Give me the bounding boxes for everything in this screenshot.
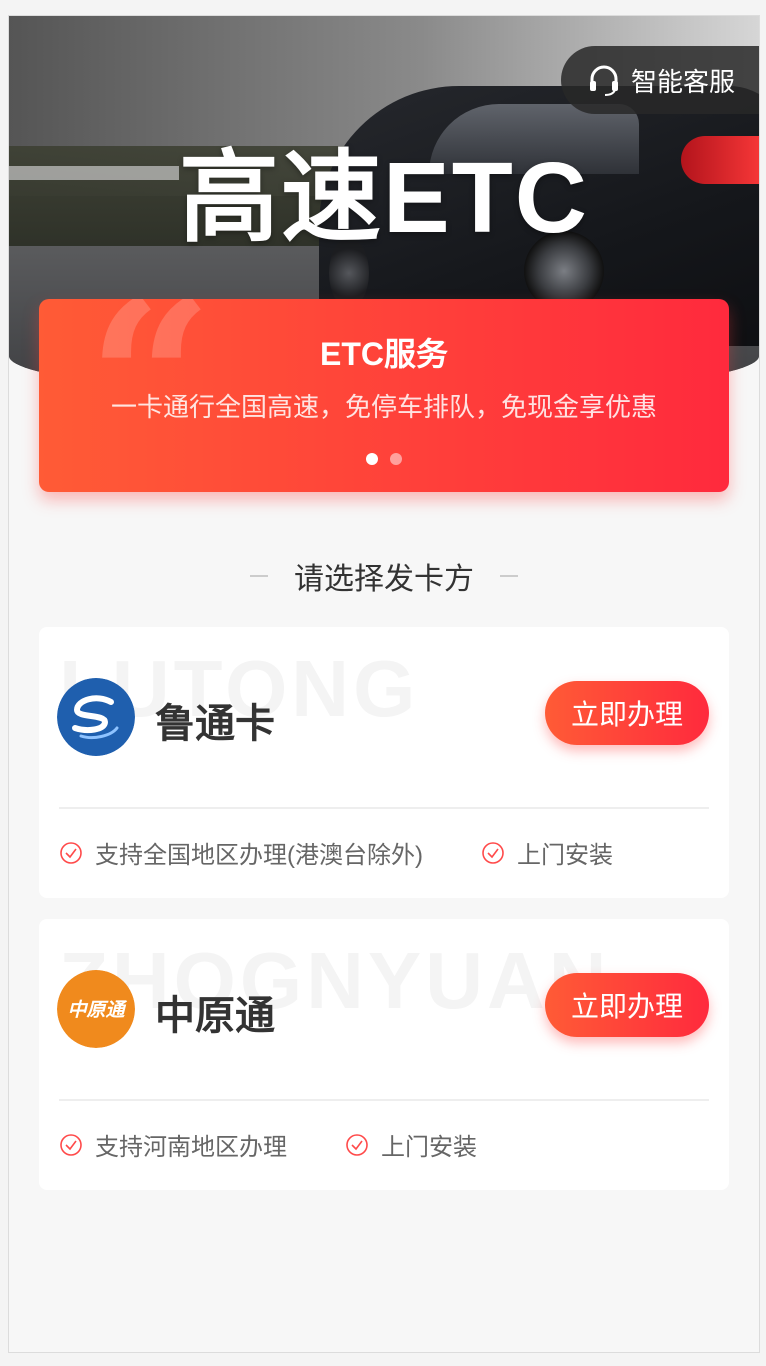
card-divider — [59, 807, 709, 809]
issuer-name: 鲁通卡 — [155, 702, 275, 746]
carousel-dot-2[interactable] — [390, 453, 402, 465]
feature-label: 支持全国地区办理(港澳台除外) — [95, 842, 423, 869]
etc-service-banner[interactable]: “ ETC服务 一卡通行全国高速，免停车排队，免现金享优惠 — [39, 299, 729, 492]
banner-title: ETC服务 — [319, 336, 448, 372]
feature-item: 上门安装 — [481, 835, 613, 870]
feature-list: 支持全国地区办理(港澳台除外) 上门安装 — [59, 835, 613, 870]
feature-item: 支持河南地区办理 — [59, 1127, 287, 1162]
issuer-card-zhongyuan: ZHOGNYUAN 中原通 中原通 立即办理 支持河南地区办理 上门安装 — [39, 919, 729, 1190]
issuer-section-header: 请选择发卡方 — [9, 554, 759, 598]
feature-label: 支持河南地区办理 — [95, 1134, 287, 1161]
banner-subtitle: 一卡通行全国高速，免停车排队，免现金享优惠 — [110, 392, 657, 422]
lutong-logo-icon — [57, 678, 135, 756]
feature-item: 支持全国地区办理(港澳台除外) — [59, 835, 423, 870]
check-circle-icon — [346, 1133, 368, 1156]
section-title: 请选择发卡方 — [294, 563, 474, 596]
logo-text: 中原通 — [67, 999, 127, 1021]
check-circle-icon — [482, 841, 504, 864]
apply-button[interactable]: 立即办理 — [545, 973, 709, 1037]
hero-title: 高速ETC — [179, 142, 589, 254]
card-watermark: ZHOGNYUAN — [59, 936, 611, 1025]
carousel-dot-1[interactable] — [366, 453, 378, 465]
card-divider — [59, 1099, 709, 1101]
issuer-name: 中原通 — [155, 994, 275, 1038]
feature-label: 上门安装 — [516, 842, 613, 869]
check-circle-icon — [60, 841, 82, 864]
check-circle-icon — [60, 1133, 82, 1156]
feature-list: 支持河南地区办理 上门安装 — [59, 1127, 477, 1162]
zhongyuantong-logo-icon: 中原通 — [57, 970, 135, 1048]
header-line-left — [250, 575, 268, 577]
apply-button[interactable]: 立即办理 — [545, 681, 709, 745]
header-line-right — [500, 575, 518, 577]
feature-item: 上门安装 — [345, 1127, 477, 1162]
smart-service-label: 智能客服 — [631, 66, 736, 97]
smart-service-button[interactable]: 智能客服 — [561, 46, 759, 114]
feature-label: 上门安装 — [381, 1134, 477, 1161]
headset-icon — [590, 65, 618, 96]
carousel-dots — [39, 453, 729, 465]
app-frame: 高速ETC 智能客服 “ ETC服务 一卡通行全国高速，免停车排队，免现金享优惠… — [8, 15, 760, 1353]
issuer-card-lutong: LUTONG 鲁通卡 立即办理 支持全国地区办理(港澳台除外) 上门安装 — [39, 627, 729, 898]
